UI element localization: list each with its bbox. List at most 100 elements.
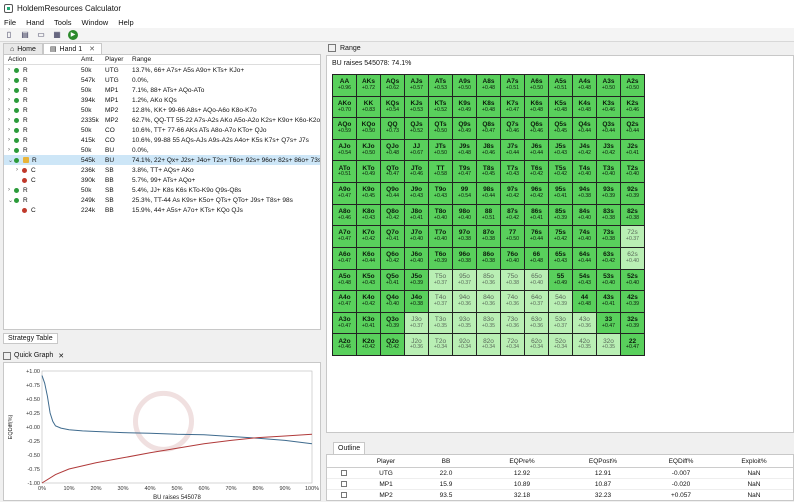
hand-cell[interactable]: 97s +0.42	[501, 183, 524, 204]
hand-cell[interactable]: A8s +0.48	[477, 75, 500, 96]
hand-cell[interactable]: 66 +0.48	[525, 247, 548, 269]
hand-cell[interactable]: K4o +0.42	[357, 291, 380, 312]
hand-cell[interactable]: KJs +0.53	[405, 96, 428, 118]
hand-cell[interactable]: J4s +0.42	[573, 139, 596, 161]
hand-cell[interactable]: JJ +0.67	[405, 139, 428, 161]
menu-tools[interactable]: Tools	[54, 18, 72, 27]
tab-outline[interactable]: Outline	[333, 442, 366, 454]
hand-cell[interactable]: KTo +0.49	[357, 161, 380, 183]
tree-row[interactable]: › R 2335k MP2 62.7%, QQ-TT 55-22 A7s-A2s AKo…	[4, 115, 320, 125]
close-icon[interactable]: ✕	[89, 45, 95, 53]
tree-row[interactable]: › C 236k SB 3.8%, TT+ AQs+ AKo	[4, 165, 320, 175]
hand-cell[interactable]: K6s +0.48	[525, 96, 548, 118]
hand-cell[interactable]: A2s +0.50	[621, 75, 644, 96]
hand-cell[interactable]: Q2o +0.42	[381, 334, 404, 355]
tree-row[interactable]: C 390k BB 5.7%, 99+ ATs+ AQo+	[4, 175, 320, 185]
hand-cell[interactable]: K6o +0.44	[357, 247, 380, 269]
row-checkbox[interactable]	[341, 492, 347, 498]
row-checkbox[interactable]	[341, 470, 347, 476]
hand-cell[interactable]: A4s +0.48	[573, 75, 596, 96]
hand-cell[interactable]: K3s +0.46	[597, 96, 620, 118]
hand-cell[interactable]: Q5s +0.45	[549, 118, 572, 139]
hand-cell[interactable]: 54s +0.43	[573, 269, 596, 291]
hand-cell[interactable]: 32o +0.35	[597, 334, 620, 355]
menu-file[interactable]: File	[4, 18, 16, 27]
tree-row[interactable]: › R 394k MP1 1.2%, AKo KQs	[4, 95, 320, 105]
hand-cell[interactable]: 92s +0.39	[621, 183, 644, 204]
hand-cell[interactable]: 84o +0.36	[477, 291, 500, 312]
hand-cell[interactable]: T3o +0.35	[429, 312, 452, 334]
hand-cell[interactable]: 95o +0.37	[453, 269, 476, 291]
tree-row[interactable]: ⌄ R 249k SB 25.3%, TT-44 As K9s+ K5o+ QTs+ Q…	[4, 195, 320, 205]
tab-home[interactable]: ⌂ Home	[3, 43, 43, 54]
header-action[interactable]: Action	[4, 56, 81, 63]
close-icon[interactable]: ✕	[58, 352, 64, 360]
hand-cell[interactable]: 52o +0.34	[549, 334, 572, 355]
hand-cell[interactable]: 86o +0.38	[477, 247, 500, 269]
hand-cell[interactable]: K9s +0.49	[453, 96, 476, 118]
hand-cell[interactable]: J9o +0.43	[405, 183, 428, 204]
hand-cell[interactable]: TT +0.58	[429, 161, 452, 183]
hand-cell[interactable]: Q3s +0.44	[597, 118, 620, 139]
hand-cell[interactable]: 96s +0.42	[525, 183, 548, 204]
hand-cell[interactable]: QJo +0.48	[381, 139, 404, 161]
hand-cell[interactable]: Q6o +0.42	[381, 247, 404, 269]
hand-cell[interactable]: T3s +0.40	[597, 161, 620, 183]
hand-cell[interactable]: T6o +0.39	[429, 247, 452, 269]
hand-cell[interactable]: J8s +0.46	[477, 139, 500, 161]
hand-cell[interactable]: 42o +0.35	[573, 334, 596, 355]
hand-cell[interactable]: Q8s +0.47	[477, 118, 500, 139]
hand-cell[interactable]: A7s +0.51	[501, 75, 524, 96]
hand-cell[interactable]: T7s +0.43	[501, 161, 524, 183]
hand-cell[interactable]: JTs +0.50	[429, 139, 452, 161]
hand-cell[interactable]: 83s +0.38	[597, 204, 620, 226]
hand-cell[interactable]: 64s +0.44	[573, 247, 596, 269]
open-folder-icon[interactable]: ▭	[36, 30, 46, 40]
hand-cell[interactable]: AJo +0.54	[333, 139, 356, 161]
tab-hand-1[interactable]: ▤ Hand 1 ✕	[42, 43, 102, 54]
hand-cell[interactable]: KTs +0.52	[429, 96, 452, 118]
hand-cell[interactable]: 62o +0.34	[525, 334, 548, 355]
hand-cell[interactable]: A5o +0.48	[333, 269, 356, 291]
hand-cell[interactable]: A8o +0.46	[333, 204, 356, 226]
hand-cell[interactable]: AA +0.96	[333, 75, 356, 96]
hand-cell[interactable]: A9o +0.47	[333, 183, 356, 204]
hand-cell[interactable]: J7o +0.40	[405, 226, 428, 247]
hand-cell[interactable]: AKo +0.70	[333, 96, 356, 118]
hand-cell[interactable]: A7o +0.47	[333, 226, 356, 247]
hand-cell[interactable]: 77 +0.50	[501, 226, 524, 247]
hand-cell[interactable]: A2o +0.46	[333, 334, 356, 355]
tree-row[interactable]: › R 50k SB 5.4%, JJ+ K8s K6s KTo-K9o Q9s-Q8s	[4, 185, 320, 195]
tree-row[interactable]: › R 50k BU 0.0%,	[4, 145, 320, 155]
hand-cell[interactable]: J5s +0.43	[549, 139, 572, 161]
hand-cell[interactable]: 72s +0.37	[621, 226, 644, 247]
hand-cell[interactable]: 83o +0.35	[477, 312, 500, 334]
hand-cell[interactable]: J6s +0.44	[525, 139, 548, 161]
hand-cell[interactable]: T4o +0.37	[429, 291, 452, 312]
hand-cell[interactable]: AKs +0.72	[357, 75, 380, 96]
hand-cell[interactable]: 44 +0.48	[573, 291, 596, 312]
hand-cell[interactable]: J9s +0.48	[453, 139, 476, 161]
hand-cell[interactable]: J3s +0.42	[597, 139, 620, 161]
hand-cell[interactable]: ATo +0.51	[333, 161, 356, 183]
hand-cell[interactable]: 54o +0.39	[549, 291, 572, 312]
hand-cell[interactable]: T9s +0.47	[453, 161, 476, 183]
new-file-icon[interactable]: ▯	[4, 30, 14, 40]
hand-cell[interactable]: K4s +0.48	[573, 96, 596, 118]
row-checkbox[interactable]	[341, 481, 347, 487]
hand-cell[interactable]: J2o +0.36	[405, 334, 428, 355]
hand-cell[interactable]: 22 +0.47	[621, 334, 644, 355]
hand-cell[interactable]: Q7o +0.41	[381, 226, 404, 247]
hand-cell[interactable]: Q4s +0.44	[573, 118, 596, 139]
hand-cell[interactable]: 93s +0.39	[597, 183, 620, 204]
hand-cell[interactable]: KQo +0.50	[357, 118, 380, 139]
hand-cell[interactable]: J6o +0.40	[405, 247, 428, 269]
hand-cell[interactable]: A4o +0.47	[333, 291, 356, 312]
hand-cell[interactable]: Q4o +0.40	[381, 291, 404, 312]
hand-cell[interactable]: T9o +0.43	[429, 183, 452, 204]
hand-cell[interactable]: QJs +0.52	[405, 118, 428, 139]
hand-cell[interactable]: Q5o +0.41	[381, 269, 404, 291]
hand-cell[interactable]: AQo +0.59	[333, 118, 356, 139]
header-bb[interactable]: BB	[411, 458, 481, 465]
hand-cell[interactable]: Q8o +0.42	[381, 204, 404, 226]
